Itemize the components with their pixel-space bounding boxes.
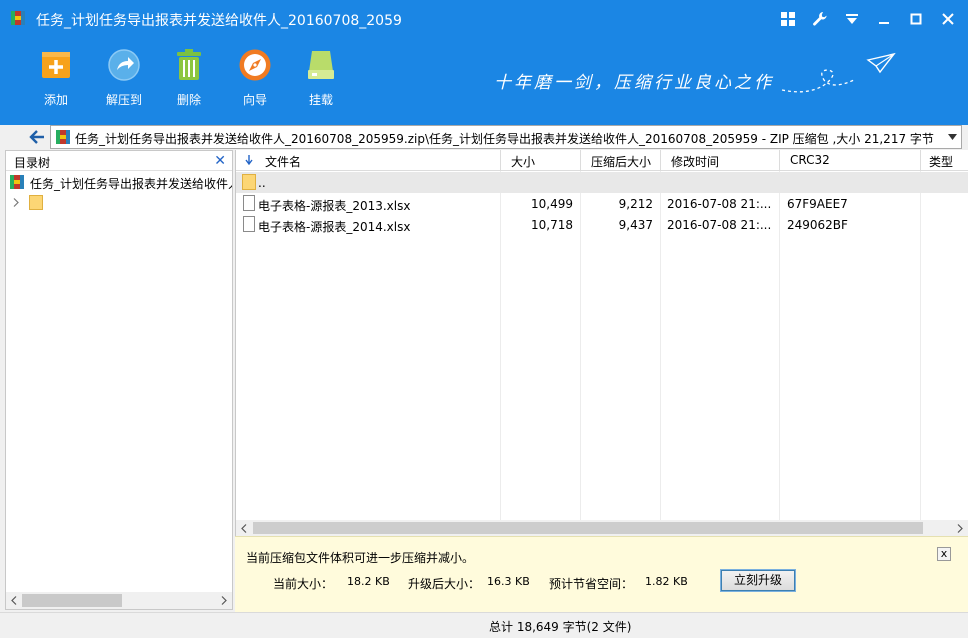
file-packed-size: 9,437: [618, 218, 653, 232]
list-scroll-thumb[interactable]: [253, 522, 923, 534]
extract-to-button-label: 解压到: [105, 93, 142, 107]
minimize-icon[interactable]: [872, 8, 896, 30]
file-modified: 2016-07-08 21:...: [667, 197, 772, 211]
archive-app-icon: [11, 11, 25, 25]
wizard-button-label: 向导: [242, 93, 267, 107]
delete-button-label: 删除: [176, 93, 201, 107]
parent-folder-row[interactable]: ..: [236, 172, 968, 193]
file-size: 10,499: [531, 197, 573, 211]
header-area: 任务_计划任务导出报表并发送给收件人_20160708_2059 添加 解压到 …: [0, 0, 968, 125]
add-button[interactable]: 添加: [28, 48, 84, 110]
wrench-settings-icon[interactable]: [808, 8, 832, 30]
column-packed-size[interactable]: 压缩后大小: [581, 150, 661, 171]
table-row[interactable]: 电子表格-源报表_2013.xlsx 10,499 9,212 2016-07-…: [236, 193, 968, 214]
file-list: 文件名 大小 压缩后大小 修改时间 CRC32 类型 .. 电子表格-源报表_2…: [235, 150, 968, 536]
file-crc32: 249062BF: [787, 218, 848, 232]
column-type[interactable]: 类型: [921, 150, 968, 171]
column-crc32-label: CRC32: [790, 153, 830, 167]
status-summary: 总计 18,649 字节(2 文件): [489, 620, 632, 634]
column-packed-size-label: 压缩后大小: [591, 155, 652, 169]
add-button-label: 添加: [43, 93, 68, 107]
path-text: 任务_计划任务导出报表并发送给收件人_20160708_205959.zip\任…: [75, 132, 934, 146]
file-crc32: 67F9AEE7: [787, 197, 848, 211]
column-name-label: 文件名: [265, 155, 302, 169]
parent-folder-label: ..: [258, 176, 266, 190]
tree-close-icon[interactable]: ✕: [214, 153, 226, 169]
after-size-value: 16.3 KB: [487, 575, 530, 588]
current-size-label: 当前大小：: [273, 577, 334, 591]
file-name: 电子表格-源报表_2014.xlsx: [258, 220, 411, 234]
chevron-right-icon[interactable]: [13, 198, 19, 207]
banner-close-button[interactable]: x: [937, 547, 951, 561]
list-horizontal-scrollbar[interactable]: [236, 520, 968, 536]
drive-icon: [308, 51, 334, 79]
table-row[interactable]: 电子表格-源报表_2014.xlsx 10,718 9,437 2016-07-…: [236, 214, 968, 235]
column-name[interactable]: 文件名: [236, 150, 501, 171]
mount-button[interactable]: 挂载: [293, 48, 349, 110]
saved-space-value: 1.82 KB: [645, 575, 688, 588]
file-icon: [243, 195, 255, 211]
bandizip-window: 任务_计划任务导出报表并发送给收件人_20160708_2059 添加 解压到 …: [0, 0, 968, 638]
file-icon: [243, 216, 255, 232]
compass-icon: [239, 49, 271, 81]
scroll-right-icon[interactable]: [957, 524, 963, 533]
scroll-right-icon[interactable]: [221, 596, 227, 605]
upgrade-banner: 当前压缩包文件体积可进一步压缩并减小。 x 当前大小： 18.2 KB 升级后大…: [235, 536, 968, 612]
banner-message: 当前压缩包文件体积可进一步压缩并减小。: [246, 551, 475, 565]
tree-title: 目录树: [14, 156, 51, 170]
tree-header: 目录树 ✕: [6, 151, 232, 171]
column-size-label: 大小: [511, 155, 536, 169]
grid-view-icon[interactable]: [776, 8, 800, 30]
file-modified: 2016-07-08 21:...: [667, 218, 772, 232]
sort-down-arrow-icon: [245, 155, 253, 165]
extract-to-button[interactable]: 解压到: [96, 48, 152, 110]
wizard-button[interactable]: 向导: [227, 48, 283, 110]
tree-horizontal-scrollbar[interactable]: [6, 592, 232, 609]
zip-file-icon: [10, 175, 24, 189]
zip-file-icon: [56, 130, 70, 144]
scroll-left-icon[interactable]: [241, 524, 247, 533]
column-size[interactable]: 大小: [501, 150, 581, 171]
column-modified[interactable]: 修改时间: [661, 150, 780, 171]
paper-plane-icon: [781, 52, 896, 93]
file-name: 电子表格-源报表_2013.xlsx: [258, 199, 411, 213]
add-icon: [42, 52, 70, 78]
column-crc32[interactable]: CRC32: [780, 150, 921, 171]
column-modified-label: 修改时间: [671, 155, 720, 169]
column-type-label: 类型: [929, 155, 954, 169]
directory-tree-panel: 目录树 ✕ 任务_计划任务导出报表并发送给收件人_: [5, 150, 233, 610]
slogan-text: 十年磨一剑，压缩行业良心之作: [494, 73, 774, 93]
folder-icon: [242, 174, 256, 190]
menu-dropdown-icon[interactable]: [840, 8, 864, 30]
status-bar: 总计 18,649 字节(2 文件): [0, 612, 968, 638]
path-dropdown-icon[interactable]: [948, 134, 957, 140]
title-bar[interactable]: 任务_计划任务导出报表并发送给收件人_20160708_2059: [0, 0, 968, 38]
close-icon[interactable]: [936, 8, 960, 30]
back-arrow-icon[interactable]: [28, 128, 46, 146]
path-field[interactable]: 任务_计划任务导出报表并发送给收件人_20160708_205959.zip\任…: [50, 125, 962, 149]
trash-icon: [177, 49, 201, 80]
delete-button[interactable]: 删除: [161, 48, 217, 110]
tree-item-label: 任务_计划任务导出报表并发送给收件人_: [30, 177, 232, 191]
tree-item-folder[interactable]: [6, 192, 232, 213]
tree-scroll-thumb[interactable]: [22, 594, 122, 607]
tree-item-archive[interactable]: 任务_计划任务导出报表并发送给收件人_: [6, 171, 232, 192]
extract-icon: [108, 49, 140, 81]
current-size-value: 18.2 KB: [347, 575, 390, 588]
after-size-label: 升级后大小：: [408, 577, 481, 591]
upgrade-now-button[interactable]: 立刻升级: [720, 569, 796, 592]
scroll-left-icon[interactable]: [11, 596, 17, 605]
folder-icon: [29, 195, 43, 210]
file-size: 10,718: [531, 218, 573, 232]
mount-button-label: 挂载: [308, 93, 333, 107]
maximize-icon[interactable]: [904, 8, 928, 30]
window-title: 任务_计划任务导出报表并发送给收件人_20160708_2059: [36, 13, 402, 29]
address-bar: 任务_计划任务导出报表并发送给收件人_20160708_205959.zip\任…: [0, 125, 968, 149]
file-packed-size: 9,212: [618, 197, 653, 211]
saved-space-label: 预计节省空间：: [549, 577, 634, 591]
